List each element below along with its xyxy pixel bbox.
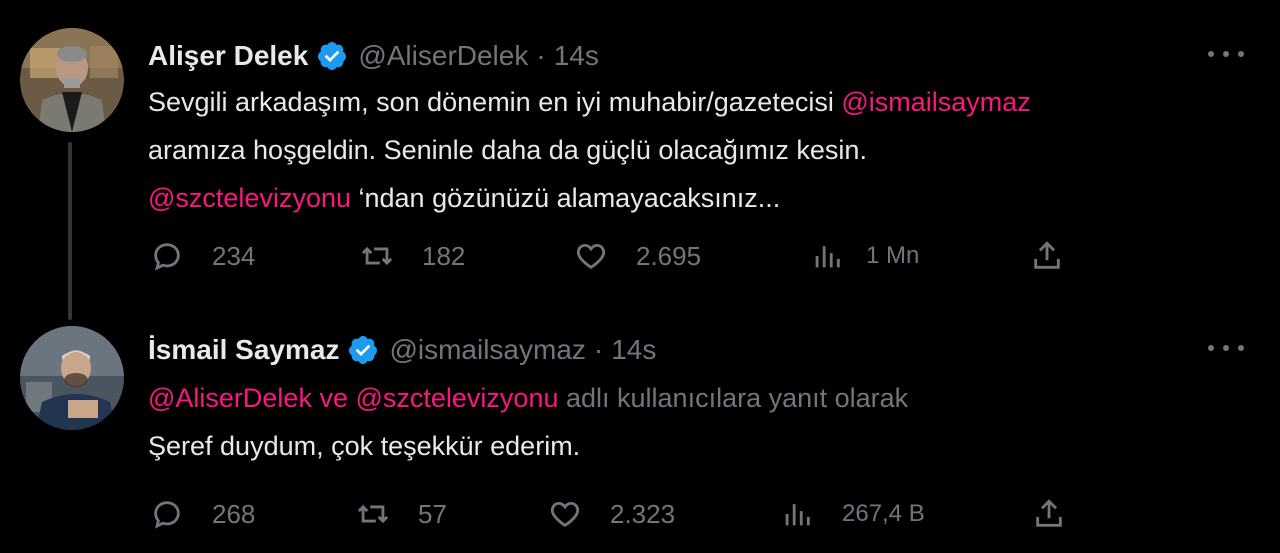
views-count: 267,4 B (842, 500, 925, 527)
more-icon[interactable] (1208, 336, 1244, 360)
reply-button[interactable]: 268 (150, 494, 255, 534)
views-count: 1 Mn (866, 242, 920, 269)
heart-icon (550, 501, 580, 527)
timestamp[interactable]: 14s (554, 40, 599, 72)
mention-link[interactable]: @AliserDelek (148, 383, 312, 413)
tweet-actions: 234 182 2.695 1 Mn (148, 236, 1238, 276)
separator-dot: · (593, 334, 604, 365)
reply-count: 268 (212, 498, 256, 529)
author-name[interactable]: İsmail Saymaz (148, 334, 339, 366)
like-count: 2.323 (610, 498, 676, 529)
tweet-text-line: Şeref duydum, çok teşekkür ederim. (148, 431, 581, 461)
thread-connector-line (68, 142, 72, 320)
tweet-header: İsmail Saymaz @ismailsaymaz · 14s (148, 330, 656, 370)
separator-dot: · (536, 40, 546, 71)
like-count: 2.695 (636, 240, 702, 271)
mention-link[interactable]: @ismailsaymaz (841, 87, 1030, 117)
heart-icon (576, 243, 606, 269)
retweet-count: 57 (418, 498, 447, 529)
more-icon[interactable] (1208, 42, 1244, 66)
reply-icon (154, 501, 180, 529)
mention-link[interactable]: @szctelevizyonu (355, 383, 558, 413)
views-icon (785, 504, 810, 526)
share-button[interactable] (1030, 236, 1064, 276)
verified-badge-icon (349, 336, 378, 364)
timestamp[interactable]: 14s (611, 334, 656, 366)
tweet-thread: Alişer Delek @AliserDelek · 14s Sevgili … (0, 0, 1280, 553)
share-button[interactable] (1032, 494, 1066, 534)
reply-icon (154, 243, 180, 271)
author-handle[interactable]: @ismailsaymaz (389, 334, 585, 366)
views-button[interactable]: 1 Mn (810, 236, 919, 276)
mention-link[interactable]: @szctelevizyonu (148, 183, 351, 213)
tweet-text-line: Sevgili arkadaşım, son dönemin en iyi mu… (148, 87, 1031, 117)
tweet-text: Sevgili arkadaşım, son dönemin en iyi mu… (148, 78, 1031, 222)
reply-count: 234 (212, 240, 256, 271)
views-icon (815, 246, 840, 268)
tweet-actions: 268 57 2.323 267,4 B (148, 494, 1238, 534)
avatar[interactable] (20, 28, 124, 132)
views-button[interactable]: 267,4 B (780, 494, 925, 534)
share-icon (1036, 499, 1062, 527)
avatar[interactable] (20, 326, 124, 430)
tweet-text: @AliserDelek ve @szctelevizyonu adlı kul… (148, 374, 908, 470)
tweet-text-line: aramıza hoşgeldin. Seninle daha da güçlü… (148, 135, 867, 165)
retweet-icon (361, 246, 393, 266)
tweet-text-line: @szctelevizyonu ‘ndan gözünüzü alamayaca… (148, 183, 781, 213)
verified-badge-icon (318, 42, 347, 70)
tweet-header: Alişer Delek @AliserDelek · 14s (148, 36, 599, 76)
reply-context: @AliserDelek ve @szctelevizyonu adlı kul… (148, 383, 909, 413)
share-icon (1034, 241, 1060, 269)
retweet-icon (357, 504, 389, 524)
retweet-button[interactable]: 182 (360, 236, 465, 276)
author-handle[interactable]: @AliserDelek (358, 40, 528, 72)
like-button[interactable]: 2.695 (574, 236, 701, 276)
retweet-button[interactable]: 57 (356, 494, 447, 534)
like-button[interactable]: 2.323 (548, 494, 675, 534)
author-name[interactable]: Alişer Delek (148, 40, 308, 72)
retweet-count: 182 (422, 240, 466, 271)
reply-button[interactable]: 234 (150, 236, 255, 276)
